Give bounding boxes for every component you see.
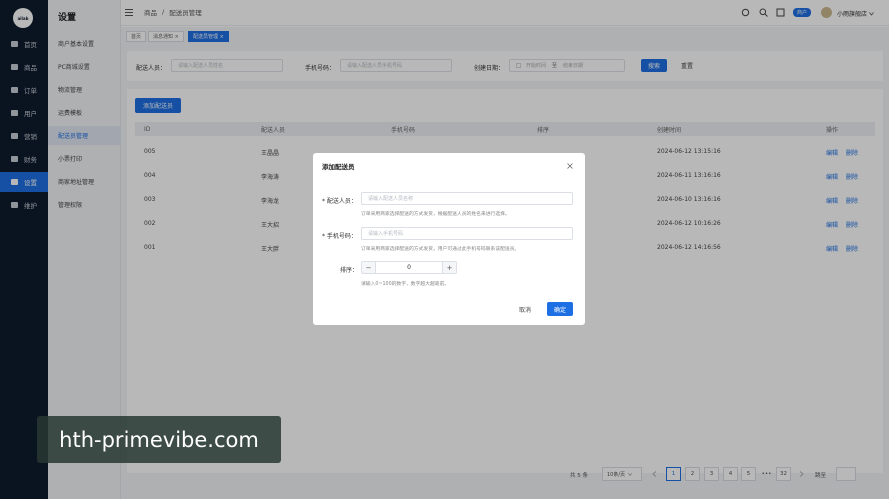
sort-label: 排序：: [340, 267, 359, 274]
courier-name-label: * 配送人员：: [322, 198, 357, 205]
dialog-title: 添加配送员: [322, 163, 355, 171]
cancel-button[interactable]: 取消: [513, 302, 537, 316]
phone-label: * 手机号码：: [322, 233, 357, 240]
confirm-button[interactable]: 确定: [547, 302, 573, 316]
sort-hint: 请输入0~100的数字，数字越大越靠前。: [361, 282, 450, 287]
add-courier-dialog: 添加配送员 * 配送人员： 请输入配送人员名称 订单采用商家选择配送的方式发货，…: [313, 153, 585, 325]
phone-hint: 订单采用商家选择配送的方式发货，用户可通过此手机号码联系该配送员。: [361, 247, 520, 252]
sort-stepper: − 0 +: [361, 261, 457, 274]
sort-increment-button[interactable]: +: [442, 262, 456, 273]
courier-name-input[interactable]: 请输入配送人员名称: [361, 192, 573, 205]
close-icon[interactable]: [567, 163, 573, 169]
courier-name-hint: 订单采用商家选择配送的方式发货，根据配送人员的姓名来进行选择。: [361, 212, 510, 217]
phone-input[interactable]: 请输入手机号码: [361, 227, 573, 240]
watermark: hth-primevibe.com: [37, 416, 281, 463]
sort-decrement-button[interactable]: −: [362, 262, 376, 273]
sort-value[interactable]: 0: [376, 264, 442, 271]
